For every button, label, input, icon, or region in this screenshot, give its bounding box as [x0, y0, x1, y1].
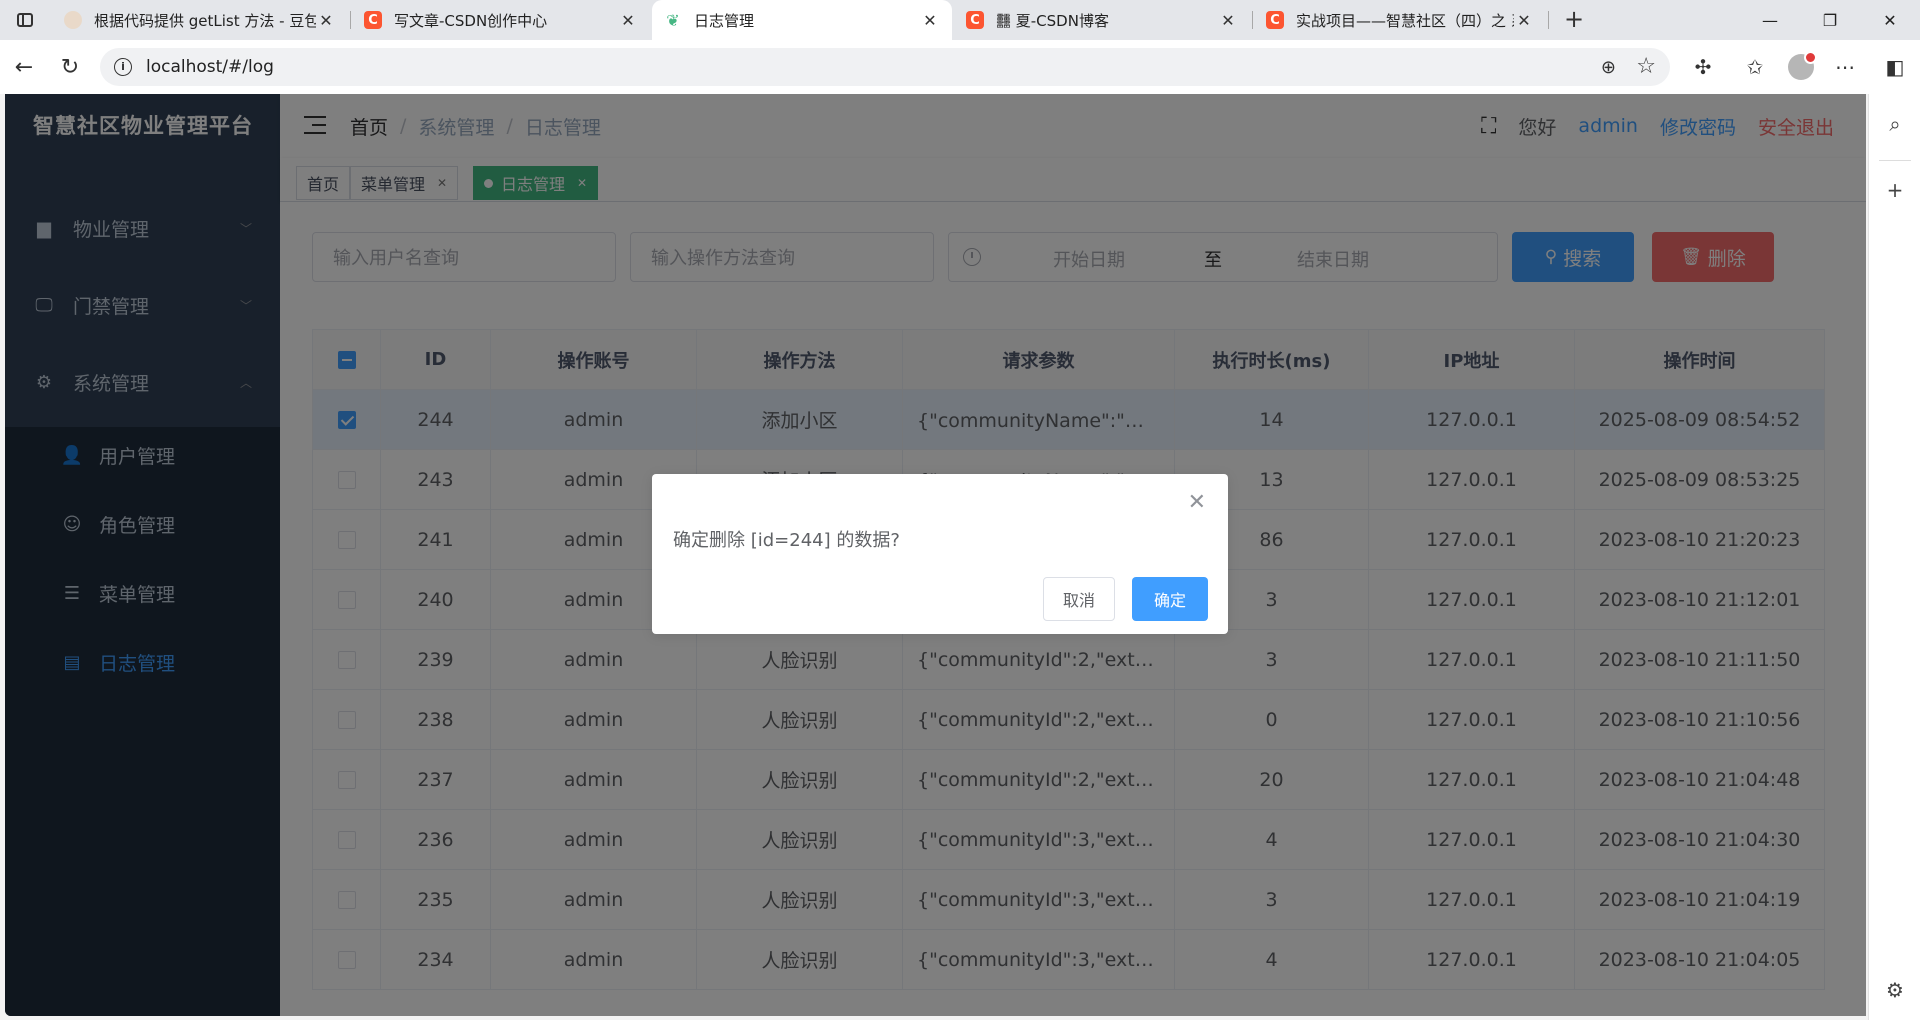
browser-side-panel: ⌕ + ⚙ [1868, 94, 1920, 1020]
app-viewport: 智慧社区物业管理平台 ▆ 物业管理 ﹀ 🖵 门禁管理 ﹀ ⚙ 系统管理 ︿ 👤 … [5, 94, 1866, 1016]
browser-tab-log[interactable]: ❦ 日志管理 ✕ [652, 0, 952, 40]
close-icon[interactable]: ✕ [920, 11, 940, 30]
close-icon[interactable]: ✕ [316, 11, 336, 30]
profile-avatar[interactable] [1788, 51, 1817, 80]
divider [1879, 160, 1911, 161]
browser-tab-csdn-project[interactable]: C 实战项目——智慧社区（四）之 系 ✕ [1254, 0, 1546, 40]
url-text: localhost/#/log [146, 57, 274, 77]
zoom-icon[interactable]: ⊕ [1601, 57, 1616, 78]
browser-tab-csdn-blog[interactable]: C 䨻 夏-CSDN博客 ✕ [954, 0, 1250, 40]
search-icon[interactable]: ⌕ [1883, 112, 1907, 136]
favorite-star-icon[interactable]: ☆ [1636, 54, 1656, 79]
confirm-dialog: ✕ 确定删除 [id=244] 的数据? 取消 确定 [652, 474, 1228, 634]
close-icon[interactable]: ✕ [1188, 490, 1206, 515]
browser-tab-csdn-write[interactable]: C 写文章-CSDN创作中心 ✕ [352, 0, 650, 40]
tab-separator [1252, 11, 1253, 29]
doubao-icon [64, 11, 82, 29]
csdn-icon: C [1266, 11, 1284, 29]
add-icon[interactable]: + [1883, 178, 1907, 202]
new-tab-button[interactable]: + [1560, 6, 1588, 34]
close-icon[interactable]: ✕ [1218, 11, 1238, 30]
sidebar-toggle-icon[interactable]: ◧ [1880, 53, 1910, 81]
extensions-icon[interactable]: ✣ [1688, 53, 1718, 81]
window-close-button[interactable]: ✕ [1860, 0, 1920, 40]
csdn-icon: C [364, 11, 382, 29]
browser-tab-title: 写文章-CSDN创作中心 [394, 11, 548, 30]
minimize-button[interactable]: — [1740, 0, 1800, 40]
leaf-icon: ❦ [666, 10, 680, 30]
more-options-icon[interactable]: ⋯ [1830, 53, 1860, 81]
close-icon[interactable]: ✕ [618, 11, 638, 30]
browser-tab-doubao[interactable]: 根据代码提供 getList 方法 - 豆包 ✕ [52, 0, 348, 40]
refresh-button[interactable]: ↻ [56, 53, 84, 81]
browser-tab-title: 实战项目——智慧社区（四）之 系 [1296, 11, 1514, 30]
cancel-button[interactable]: 取消 [1043, 577, 1115, 621]
tab-separator [350, 11, 351, 29]
gear-icon[interactable]: ⚙ [1883, 978, 1907, 1002]
address-bar: ← ↻ i localhost/#/log ⊕ ☆ ✣ ✩ ⋯ ◧ [0, 40, 1920, 94]
browser-tab-bar: 根据代码提供 getList 方法 - 豆包 ✕ C 写文章-CSDN创作中心 … [0, 0, 1920, 40]
confirm-button[interactable]: 确定 [1132, 577, 1208, 621]
favorites-icon[interactable]: ✩ [1740, 53, 1770, 81]
tab-actions-icon[interactable] [12, 8, 38, 32]
back-button[interactable]: ← [10, 53, 38, 81]
restore-button[interactable]: ❐ [1800, 0, 1860, 40]
close-icon[interactable]: ✕ [1514, 11, 1534, 30]
browser-tab-title: 䨻 夏-CSDN博客 [996, 11, 1109, 30]
csdn-icon: C [966, 11, 984, 29]
url-field[interactable]: i localhost/#/log ⊕ ☆ [100, 48, 1670, 86]
dialog-message: 确定删除 [id=244] 的数据? [673, 530, 900, 551]
site-info-icon[interactable]: i [114, 58, 132, 76]
browser-tab-title: 根据代码提供 getList 方法 - 豆包 [94, 11, 316, 30]
browser-tab-title: 日志管理 [694, 11, 755, 30]
tab-separator [1548, 11, 1549, 29]
